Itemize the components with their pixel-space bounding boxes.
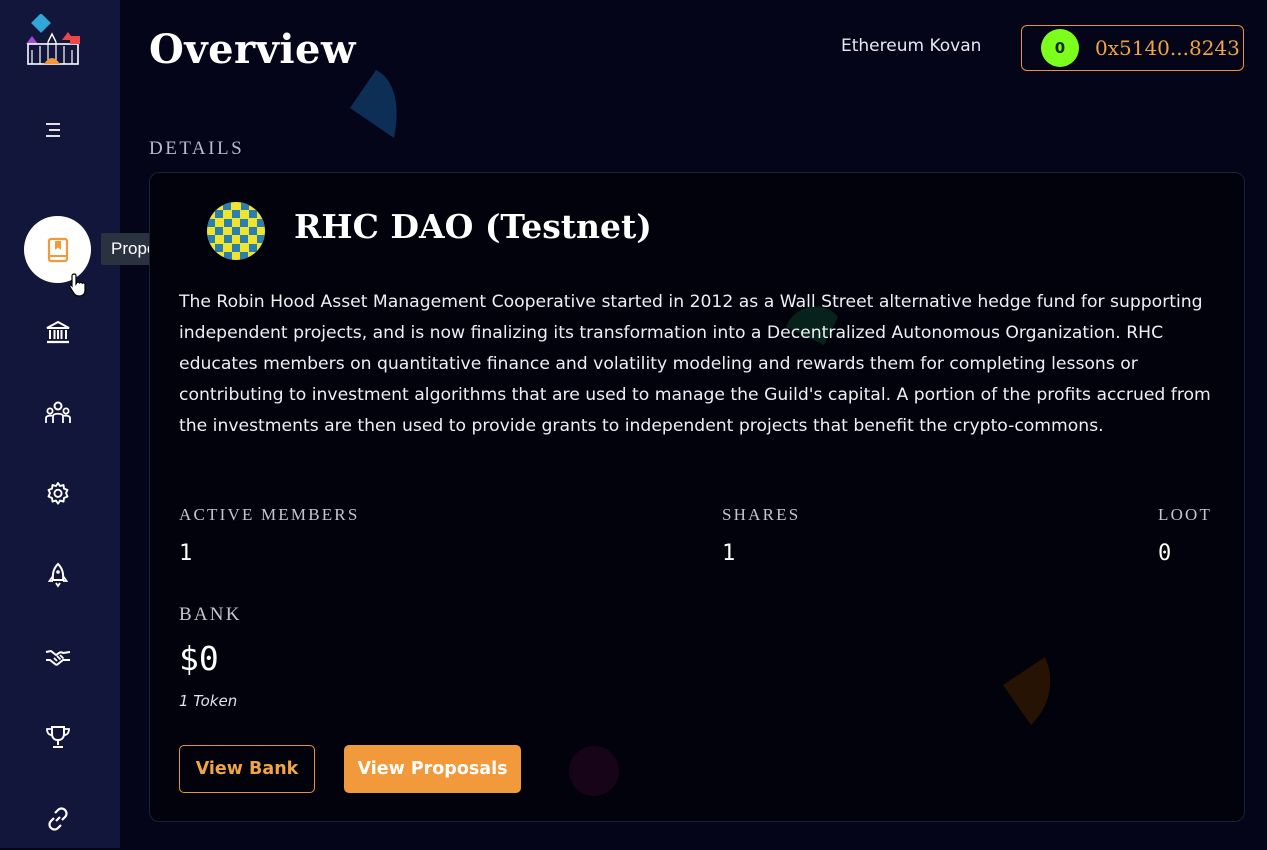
decorative-shape xyxy=(569,746,619,796)
bank-value: $0 xyxy=(179,639,219,678)
account-button[interactable]: 0 0x5140...8243 xyxy=(1021,25,1244,71)
sidebar: Proposals xyxy=(0,0,197,850)
bank-label: BANK xyxy=(179,604,242,625)
sidebar-item-links[interactable] xyxy=(27,788,89,850)
stat-label-active-members: ACTIVE MEMBERS xyxy=(179,505,360,524)
details-card: RHC DAO (Testnet) The Robin Hood Asset M… xyxy=(149,172,1245,822)
bell-rocket-icon xyxy=(47,562,69,588)
hamburger-icon xyxy=(46,123,60,137)
sidebar-item-members[interactable] xyxy=(27,382,89,444)
trophy-icon xyxy=(46,726,70,748)
decorative-shape xyxy=(350,70,397,138)
stat-value-shares: 1 xyxy=(722,541,736,566)
sidebar-item-boosts[interactable] xyxy=(27,706,89,768)
bank-token-count: 1 Token xyxy=(179,692,238,710)
dao-description: The Robin Hood Asset Management Cooperat… xyxy=(179,292,1211,436)
stat-label-shares: SHARES xyxy=(722,505,801,524)
account-badge: 0 xyxy=(1041,29,1079,67)
stat-value-loot: 0 xyxy=(1158,541,1172,566)
users-icon xyxy=(45,401,71,423)
sidebar-item-settings[interactable] xyxy=(27,463,89,525)
bank-icon xyxy=(46,320,70,344)
decorative-shape xyxy=(1003,657,1051,725)
handshake-icon xyxy=(45,650,71,666)
section-label-details: DETAILS xyxy=(149,138,245,159)
dao-name: RHC DAO (Testnet) xyxy=(294,207,652,246)
page-title: Overview xyxy=(149,26,356,73)
link-icon xyxy=(48,807,68,831)
gear-icon xyxy=(47,482,69,505)
sidebar-item-bank[interactable] xyxy=(27,301,89,363)
sidebar-item-notifications[interactable] xyxy=(27,544,89,606)
sidebar-item-allies[interactable] xyxy=(27,625,89,687)
castle-logo-icon[interactable] xyxy=(22,14,84,72)
hand-cursor-icon xyxy=(69,273,86,297)
view-proposals-button[interactable]: View Proposals xyxy=(344,745,521,793)
account-address: 0x5140...8243 xyxy=(1095,36,1240,60)
view-bank-button[interactable]: View Bank xyxy=(179,745,315,793)
network-label: Ethereum Kovan xyxy=(841,36,982,56)
stat-label-loot: LOOT xyxy=(1158,505,1213,524)
stat-value-active-members: 1 xyxy=(179,541,193,566)
book-icon xyxy=(47,237,68,262)
dao-avatar xyxy=(207,202,265,260)
menu-toggle-button[interactable] xyxy=(40,116,66,144)
